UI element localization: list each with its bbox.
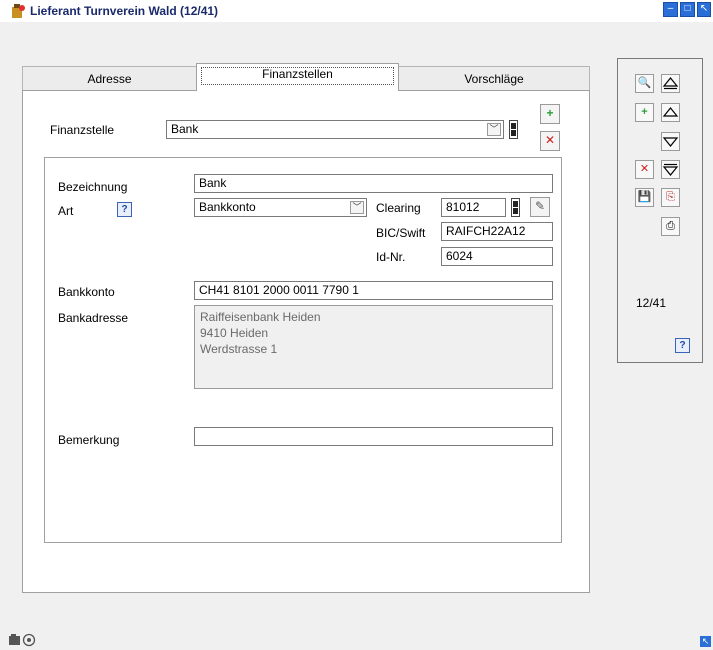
next-record-button[interactable] xyxy=(661,132,680,151)
finanzstelle-spinner[interactable] xyxy=(509,120,518,139)
restore-icon[interactable]: ↖ xyxy=(697,2,711,17)
help-icon[interactable]: ? xyxy=(675,338,690,353)
copy-record-button[interactable]: ⎘ xyxy=(661,188,680,207)
app-icon xyxy=(10,3,26,19)
add-finanzstelle-button[interactable]: + xyxy=(540,104,560,124)
bankadresse-line: Werdstrasse 1 xyxy=(200,342,278,356)
camera-icon xyxy=(9,633,36,647)
finanzstelle-label: Finanzstelle xyxy=(50,123,115,137)
bankadresse-line: 9410 Heiden xyxy=(200,326,269,340)
maximize-button[interactable]: □ xyxy=(680,2,695,17)
delete-finanzstelle-button[interactable]: ✕ xyxy=(540,131,560,151)
clearing-input[interactable]: 81012 xyxy=(441,198,506,217)
bezeichnung-label: Bezeichnung xyxy=(58,180,128,194)
bic-input[interactable]: RAIFCH22A12 xyxy=(441,222,553,241)
finanzstelle-value: Bank xyxy=(171,122,199,136)
art-label: Art xyxy=(58,204,74,218)
idnr-input[interactable]: 6024 xyxy=(441,247,553,266)
previous-record-button[interactable] xyxy=(661,103,680,122)
bankkonto-label: Bankkonto xyxy=(58,285,115,299)
tab-finanzstellen[interactable]: Finanzstellen xyxy=(196,63,399,91)
tab-label: Vorschläge xyxy=(464,72,524,86)
print-button[interactable]: ⎙ xyxy=(661,217,680,236)
tab-label: Adresse xyxy=(87,72,132,86)
title-bar: Lieferant Turnverein Wald (12/41) – □ ↖ xyxy=(0,0,713,22)
status-icons xyxy=(8,633,38,650)
last-record-button[interactable] xyxy=(661,160,680,179)
edit-clearing-button[interactable]: ✎ xyxy=(530,197,550,217)
save-button[interactable]: 💾 xyxy=(635,188,654,207)
bezeichnung-input[interactable]: Bank xyxy=(194,174,553,193)
art-value: Bankkonto xyxy=(199,200,256,214)
clearing-label: Clearing xyxy=(376,201,421,215)
bankadresse-textarea[interactable]: Raiffeisenbank Heiden 9410 Heiden Werdst… xyxy=(194,305,553,389)
resize-grip-icon[interactable]: ↖ xyxy=(700,636,711,647)
bankadresse-label: Bankadresse xyxy=(58,311,129,325)
triangle-up-icon xyxy=(662,107,679,117)
help-icon[interactable]: ? xyxy=(117,202,132,217)
first-record-button[interactable] xyxy=(661,74,680,93)
chevron-down-icon[interactable]: ﹀ xyxy=(487,123,501,136)
clearing-spinner[interactable] xyxy=(511,198,520,217)
last-record-icon xyxy=(662,163,679,176)
search-button[interactable]: 🔍 xyxy=(635,74,654,93)
delete-record-button[interactable]: ✕ xyxy=(635,160,654,179)
chevron-down-icon[interactable]: ﹀ xyxy=(350,201,364,214)
tab-adresse[interactable]: Adresse xyxy=(22,66,197,91)
window-title: Lieferant Turnverein Wald (12/41) xyxy=(30,4,219,18)
record-counter: 12/41 xyxy=(636,296,667,310)
add-record-button[interactable]: + xyxy=(635,103,654,122)
bankkonto-input[interactable]: CH41 8101 2000 0011 7790 1 xyxy=(194,281,553,300)
art-select[interactable]: Bankkonto ﹀ xyxy=(194,198,367,217)
record-navigation-panel xyxy=(617,58,703,363)
finanzstelle-select[interactable]: Bank ﹀ xyxy=(166,120,504,139)
tab-label: Finanzstellen xyxy=(262,67,333,81)
tab-vorschlaege[interactable]: Vorschläge xyxy=(398,66,590,91)
bemerkung-input[interactable] xyxy=(194,427,553,446)
first-record-icon xyxy=(662,77,679,90)
triangle-down-icon xyxy=(662,137,679,147)
idnr-label: Id-Nr. xyxy=(376,250,406,264)
bankadresse-line: Raiffeisenbank Heiden xyxy=(200,310,321,324)
minimize-button[interactable]: – xyxy=(663,2,678,17)
bemerkung-label: Bemerkung xyxy=(58,433,120,447)
bic-label: BIC/Swift xyxy=(376,226,426,240)
